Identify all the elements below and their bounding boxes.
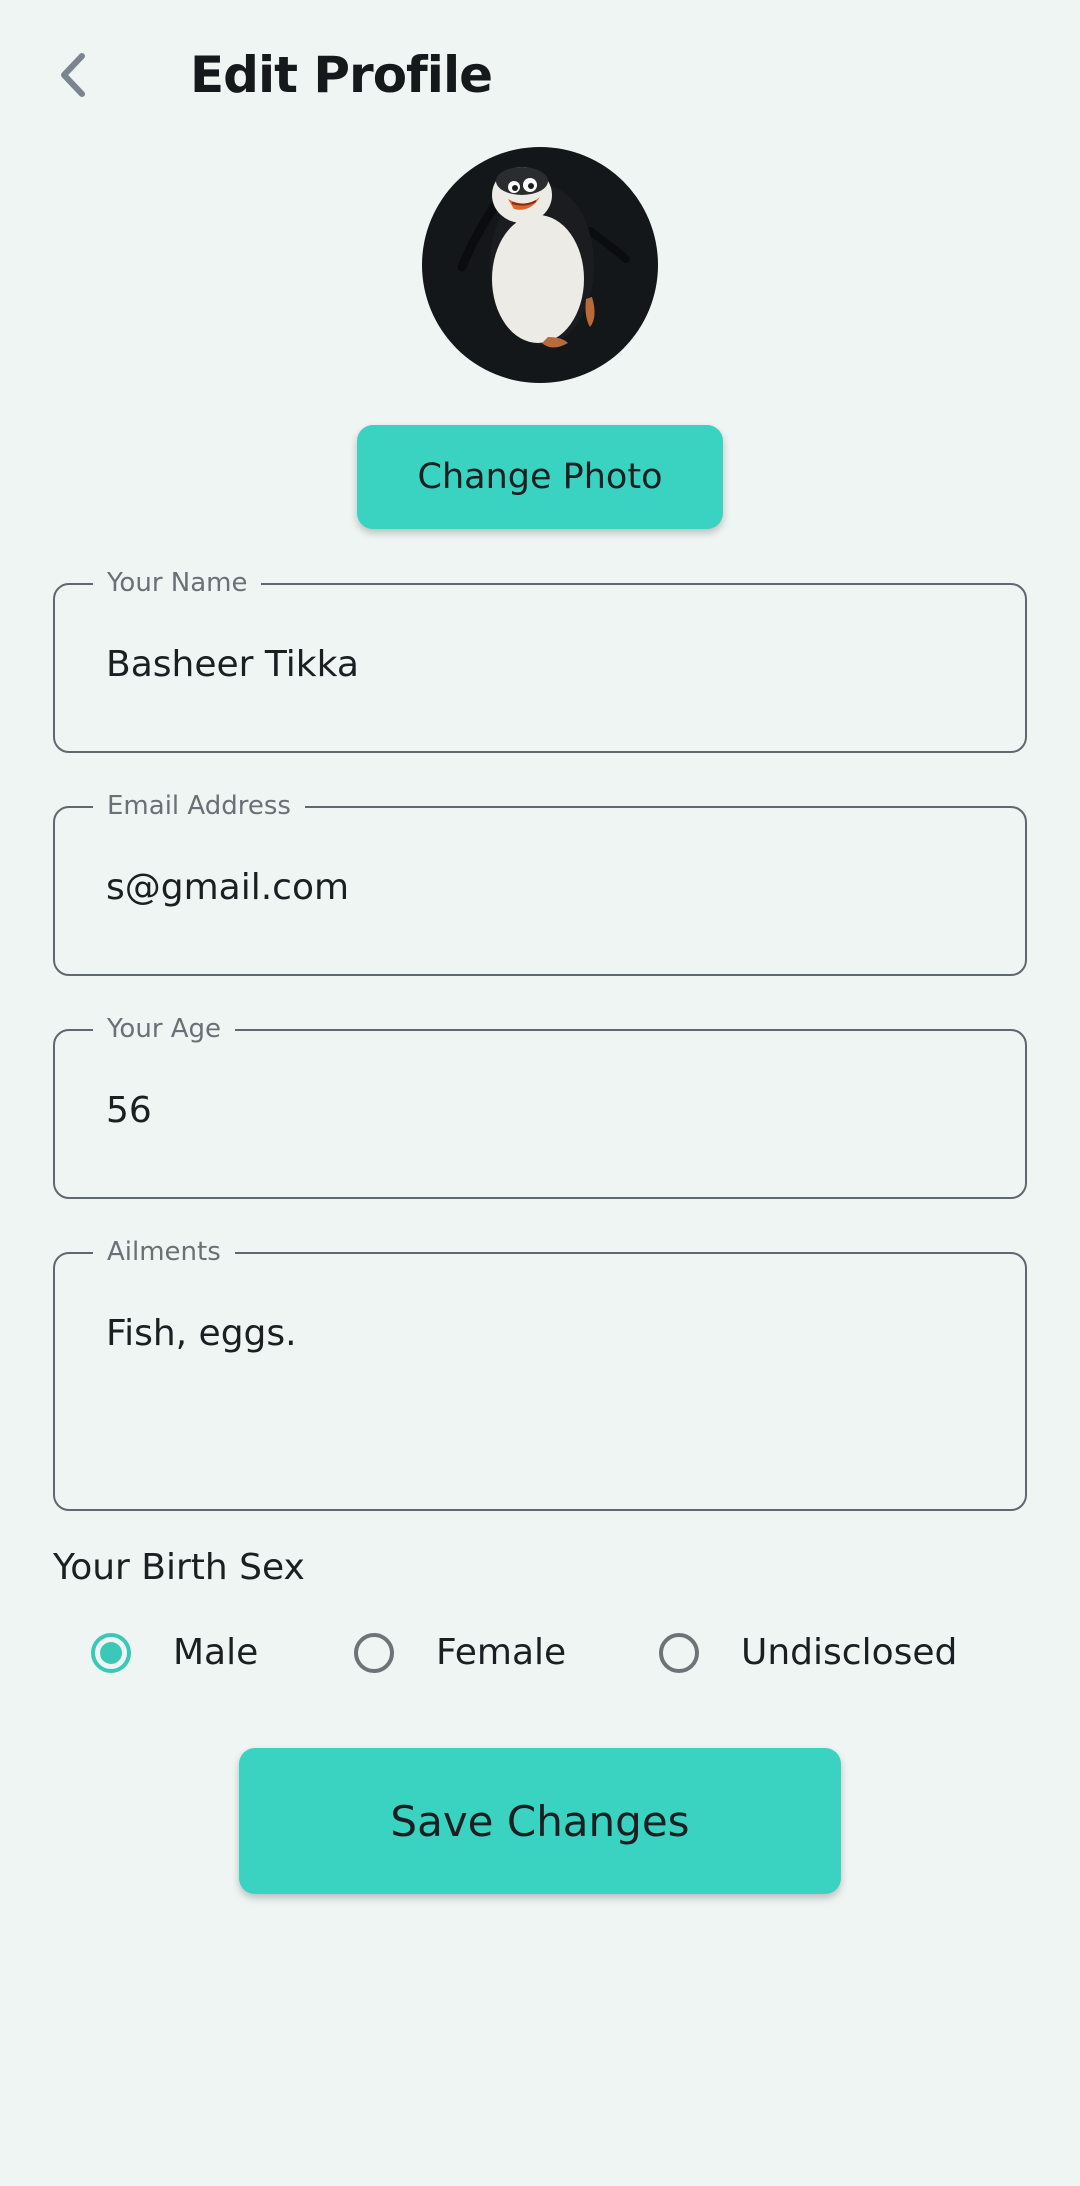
birth-sex-label: Your Birth Sex bbox=[53, 1547, 305, 1588]
radio-unselected-icon bbox=[354, 1633, 394, 1673]
email-field[interactable]: Email Address s@gmail.com bbox=[53, 790, 1027, 976]
radio-female[interactable]: Female bbox=[354, 1625, 566, 1681]
ailments-field-label: Ailments bbox=[93, 1236, 235, 1268]
age-field[interactable]: Your Age 56 bbox=[53, 1013, 1027, 1199]
radio-undisclosed-label: Undisclosed bbox=[741, 1632, 958, 1673]
save-changes-button[interactable]: Save Changes bbox=[239, 1748, 841, 1894]
ailments-field[interactable]: Ailments Fish, eggs. bbox=[53, 1236, 1027, 1511]
chevron-left-icon bbox=[61, 53, 85, 97]
radio-male[interactable]: Male bbox=[91, 1625, 258, 1681]
ailments-field-value: Fish, eggs. bbox=[106, 1313, 297, 1354]
radio-dot-icon bbox=[100, 1642, 122, 1664]
radio-selected-icon bbox=[91, 1633, 131, 1673]
header: Edit Profile bbox=[0, 0, 1080, 150]
back-button[interactable] bbox=[44, 40, 104, 110]
age-field-label: Your Age bbox=[93, 1013, 236, 1045]
name-field-label: Your Name bbox=[93, 567, 262, 599]
email-field-value: s@gmail.com bbox=[106, 867, 350, 908]
name-field-value: Basheer Tikka bbox=[106, 644, 359, 685]
radio-undisclosed[interactable]: Undisclosed bbox=[659, 1625, 957, 1681]
radio-unselected-icon bbox=[659, 1633, 699, 1673]
radio-male-label: Male bbox=[173, 1632, 259, 1673]
email-field-label: Email Address bbox=[93, 790, 305, 822]
name-field[interactable]: Your Name Basheer Tikka bbox=[53, 567, 1027, 753]
age-field-value: 56 bbox=[106, 1090, 152, 1131]
page-title: Edit Profile bbox=[190, 46, 493, 104]
penguin-avatar-icon bbox=[457, 167, 630, 348]
change-photo-button[interactable]: Change Photo bbox=[357, 425, 723, 529]
avatar bbox=[422, 147, 658, 383]
radio-female-label: Female bbox=[436, 1632, 567, 1673]
